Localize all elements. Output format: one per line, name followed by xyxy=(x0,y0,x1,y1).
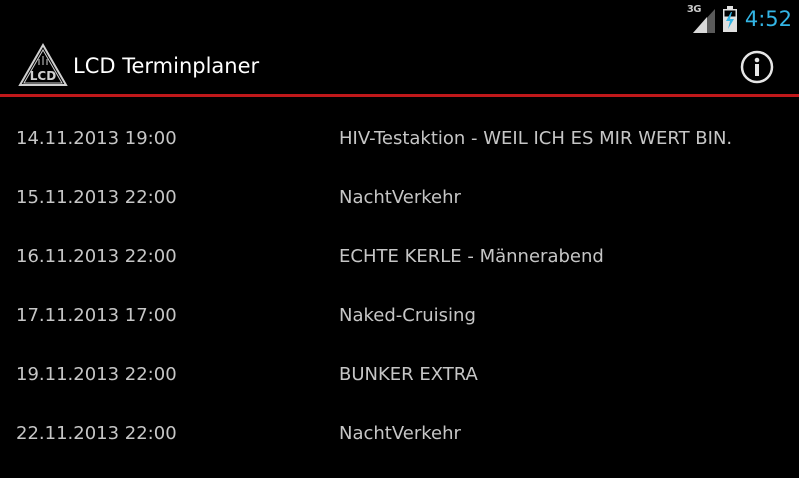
event-row[interactable]: 19.11.2013 22:00 BUNKER EXTRA xyxy=(0,333,799,392)
event-date: 17.11.2013 17:00 xyxy=(16,305,177,326)
network-indicator: 3G xyxy=(687,5,715,33)
signal-strength-icon xyxy=(692,9,715,33)
battery-charging-icon xyxy=(722,6,737,32)
event-title: NachtVerkehr xyxy=(339,187,461,208)
status-bar: 3G 4:52 xyxy=(0,0,799,38)
event-list: 14.11.2013 19:00 HIV-Testaktion - WEIL I… xyxy=(0,97,799,478)
info-button[interactable] xyxy=(737,47,777,87)
status-icons: 3G 4:52 xyxy=(687,4,792,34)
lcd-triangle-logo-icon[interactable]: LCD xyxy=(18,43,68,87)
event-row[interactable]: 17.11.2013 17:00 Naked-Cruising xyxy=(0,274,799,333)
event-title: BUNKER EXTRA xyxy=(339,364,478,385)
event-row[interactable]: 15.11.2013 22:00 NachtVerkehr xyxy=(0,156,799,215)
event-title: Naked-Cruising xyxy=(339,305,476,326)
event-row[interactable]: 22.11.2013 22:00 NachtVerkehr xyxy=(0,392,799,451)
event-date: 19.11.2013 22:00 xyxy=(16,364,177,385)
event-date: 22.11.2013 22:00 xyxy=(16,423,177,444)
info-icon xyxy=(740,50,774,84)
app-title: LCD Terminplaner xyxy=(73,54,260,78)
event-row[interactable]: 16.11.2013 22:00 ECHTE KERLE - Männerabe… xyxy=(0,215,799,274)
event-title: NachtVerkehr xyxy=(339,423,461,444)
status-clock: 4:52 xyxy=(744,7,792,31)
event-title: HIV-Testaktion - WEIL ICH ES MIR WERT BI… xyxy=(339,128,733,149)
event-date: 16.11.2013 22:00 xyxy=(16,246,177,267)
event-row[interactable]: 14.11.2013 19:00 HIV-Testaktion - WEIL I… xyxy=(0,97,799,156)
event-title: ECHTE KERLE - Männerabend xyxy=(339,246,604,267)
screen: 3G 4:52 LCD LCD Terminplaner 14.11.2013 … xyxy=(0,0,799,478)
event-date: 15.11.2013 22:00 xyxy=(16,187,177,208)
logo-text: LCD xyxy=(30,69,56,83)
action-bar: LCD LCD Terminplaner xyxy=(0,38,799,94)
event-date: 14.11.2013 19:00 xyxy=(16,128,177,149)
